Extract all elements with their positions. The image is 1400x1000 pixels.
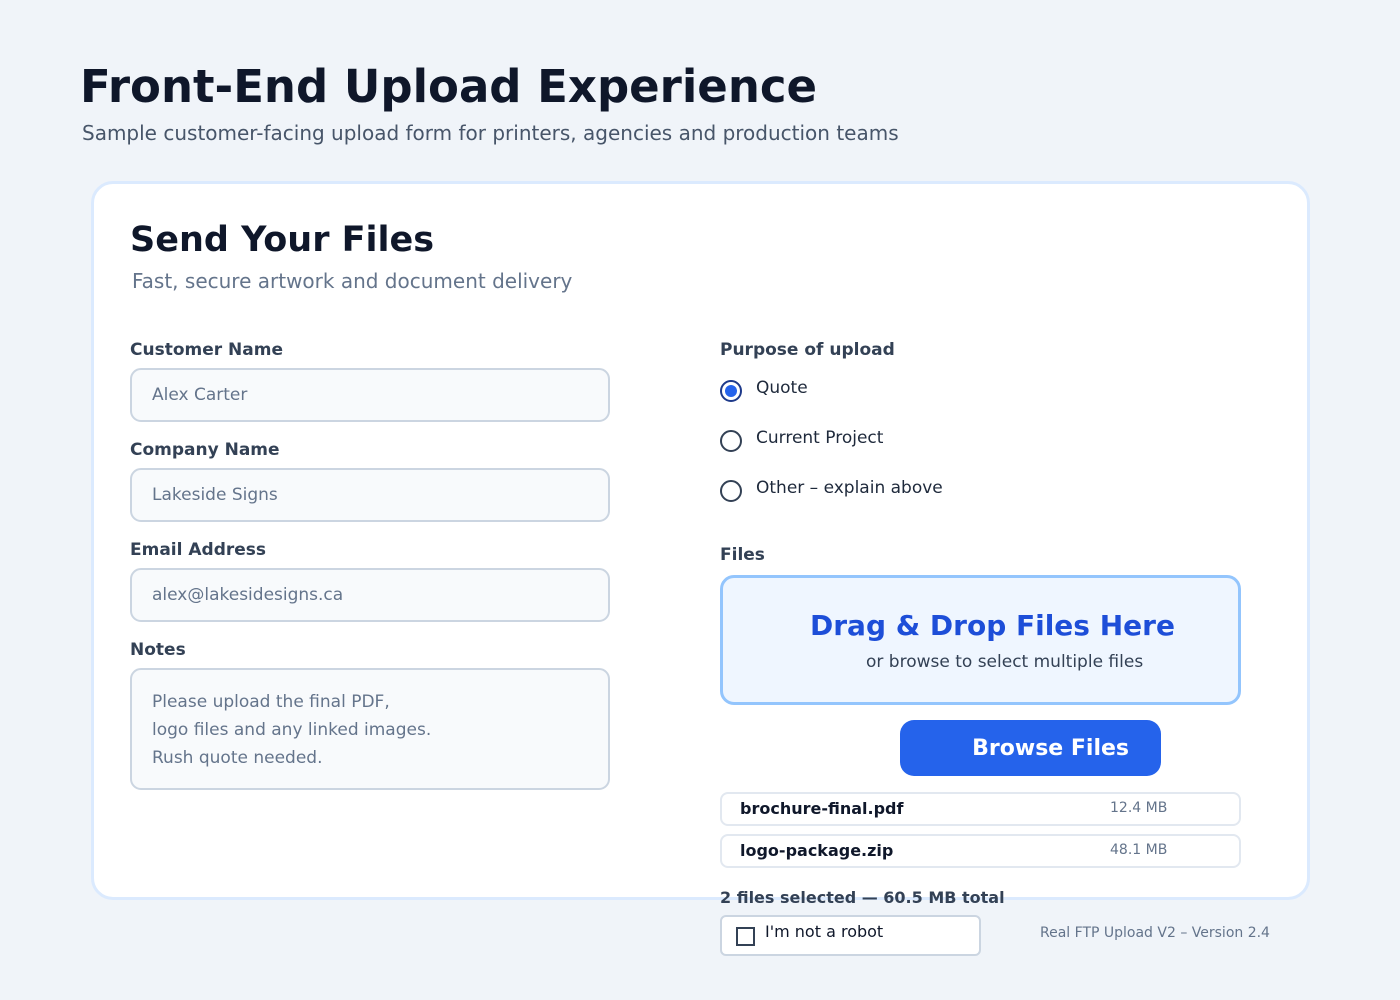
- purpose-option-label: Other – explain above: [756, 478, 943, 498]
- customer-name-input[interactable]: Alex Carter: [130, 368, 610, 422]
- browse-files-button[interactable]: Browse Files: [900, 720, 1161, 776]
- page-subtitle: Sample customer-facing upload form for p…: [82, 121, 899, 145]
- email-value: alex@lakesidesigns.ca: [152, 585, 344, 605]
- email-label: Email Address: [130, 540, 267, 560]
- company-name-value: Lakeside Signs: [152, 485, 278, 505]
- company-name-input[interactable]: Lakeside Signs: [130, 468, 610, 522]
- form-subtitle: Fast, secure artwork and document delive…: [132, 269, 573, 293]
- notes-line: logo files and any linked images.: [152, 720, 432, 740]
- captcha-label: I'm not a robot: [765, 922, 884, 941]
- notes-label: Notes: [130, 640, 186, 660]
- checkbox-icon[interactable]: [736, 927, 755, 946]
- purpose-option-current-project[interactable]: Current Project: [720, 428, 884, 452]
- file-name: logo-package.zip: [740, 841, 894, 860]
- file-list-item: brochure-final.pdf 12.4 MB: [720, 792, 1241, 826]
- dropzone-subtitle: or browse to select multiple files: [866, 652, 1144, 672]
- purpose-option-label: Current Project: [756, 428, 884, 448]
- version-text: Real FTP Upload V2 – Version 2.4: [1040, 925, 1270, 941]
- file-size: 12.4 MB: [1110, 800, 1168, 816]
- purpose-option-label: Quote: [756, 378, 808, 398]
- radio-unchecked-icon[interactable]: [720, 430, 742, 452]
- file-size: 48.1 MB: [1110, 842, 1168, 858]
- email-field[interactable]: alex@lakesidesigns.ca: [130, 568, 610, 622]
- customer-name-label: Customer Name: [130, 340, 283, 360]
- company-name-label: Company Name: [130, 440, 280, 460]
- radio-checked-icon[interactable]: [720, 380, 742, 402]
- form-title: Send Your Files: [130, 220, 435, 260]
- notes-line: Please upload the final PDF,: [152, 692, 390, 712]
- dropzone-title: Drag & Drop Files Here: [810, 609, 1175, 642]
- file-name: brochure-final.pdf: [740, 799, 904, 818]
- notes-line: Rush quote needed.: [152, 748, 323, 768]
- purpose-label: Purpose of upload: [720, 340, 895, 360]
- file-list-item: logo-package.zip 48.1 MB: [720, 834, 1241, 868]
- files-summary: 2 files selected — 60.5 MB total: [720, 888, 1005, 907]
- notes-textarea[interactable]: Please upload the final PDF, logo files …: [130, 668, 610, 790]
- files-label: Files: [720, 545, 765, 565]
- customer-name-value: Alex Carter: [152, 385, 248, 405]
- purpose-option-quote[interactable]: Quote: [720, 378, 808, 402]
- purpose-option-other[interactable]: Other – explain above: [720, 478, 943, 502]
- radio-unchecked-icon[interactable]: [720, 480, 742, 502]
- captcha-widget[interactable]: I'm not a robot: [720, 915, 981, 956]
- page-title: Front-End Upload Experience: [80, 60, 818, 113]
